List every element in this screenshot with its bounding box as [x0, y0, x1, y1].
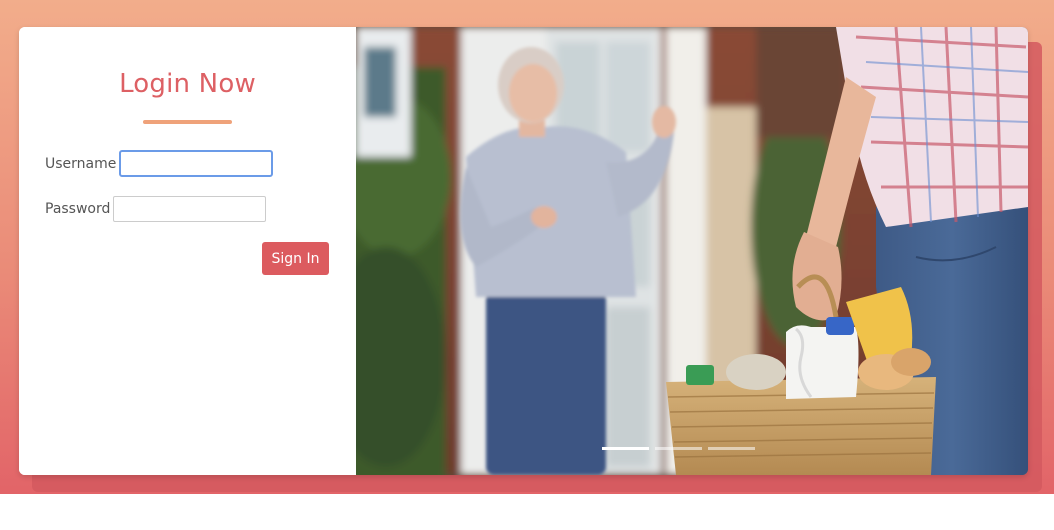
- username-input[interactable]: [119, 150, 274, 177]
- password-label: Password: [45, 201, 111, 217]
- carousel-indicator-2[interactable]: [655, 447, 702, 450]
- carousel-indicators: [602, 447, 755, 450]
- username-row: Username: [45, 150, 274, 177]
- carousel-indicator-1[interactable]: [602, 447, 649, 450]
- login-panel: Login Now Username Password Sign In: [19, 27, 356, 475]
- carousel-image: [356, 27, 1028, 475]
- password-row: Password: [45, 196, 267, 222]
- neighbor-groceries-photo: [356, 27, 1028, 475]
- password-input[interactable]: [113, 196, 267, 222]
- carousel-indicator-3[interactable]: [708, 447, 755, 450]
- title-underline: [143, 120, 232, 124]
- login-card: Login Now Username Password Sign In: [19, 27, 1028, 475]
- login-title: Login Now: [119, 69, 256, 99]
- sign-in-button[interactable]: Sign In: [262, 242, 329, 275]
- username-label: Username: [45, 155, 117, 172]
